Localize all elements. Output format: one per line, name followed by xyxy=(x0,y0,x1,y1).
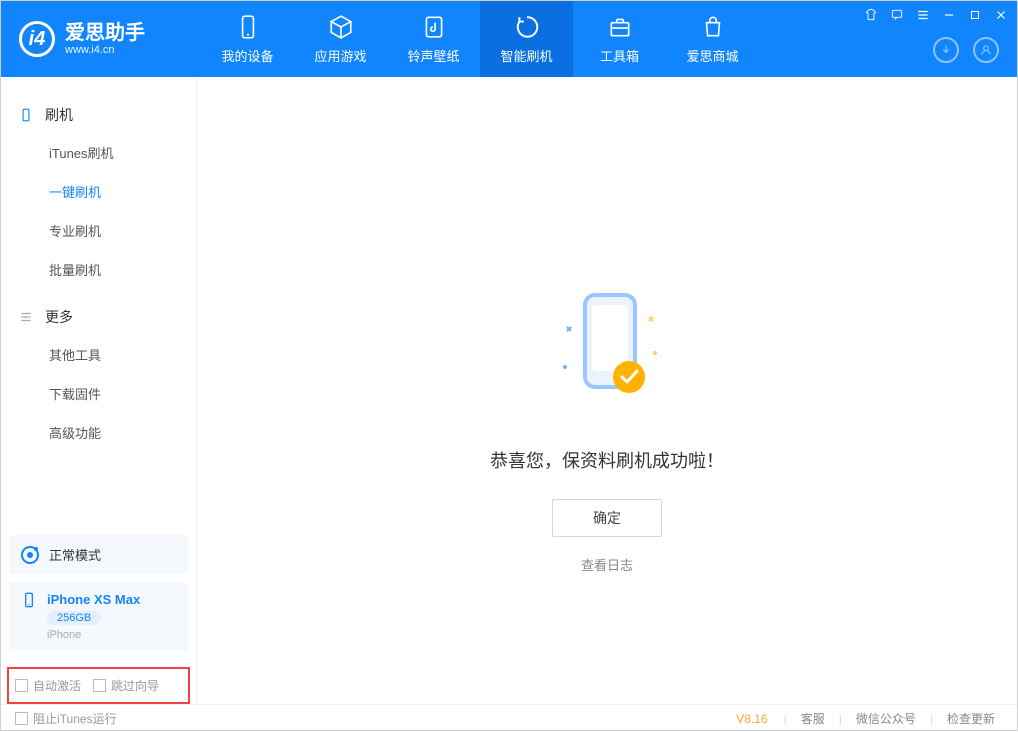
sidebar-item-advanced[interactable]: 高级功能 xyxy=(1,413,196,452)
checkbox-label: 阻止iTunes运行 xyxy=(33,710,117,727)
checkbox-skip-guide[interactable]: 跳过向导 xyxy=(93,677,159,694)
toolbox-icon xyxy=(607,14,633,40)
mode-label: 正常模式 xyxy=(49,545,101,564)
header-actions xyxy=(933,37,999,63)
sidebar-item-batch-flash[interactable]: 批量刷机 xyxy=(1,250,196,289)
group-label: 更多 xyxy=(45,307,73,327)
checkbox-icon xyxy=(15,712,28,725)
tab-label: 智能刷机 xyxy=(500,46,552,65)
checkbox-icon xyxy=(93,679,106,692)
group-label: 刷机 xyxy=(45,105,73,125)
success-message: 恭喜您，保资料刷机成功啦！ xyxy=(407,447,807,473)
checkbox-block-itunes[interactable]: 阻止iTunes运行 xyxy=(15,710,117,727)
checkbox-icon xyxy=(15,679,28,692)
tab-store[interactable]: 爱思商城 xyxy=(666,1,759,77)
footer-link-update[interactable]: 检查更新 xyxy=(939,710,1003,727)
maximize-button[interactable] xyxy=(967,7,983,23)
device-phone-icon xyxy=(21,592,37,611)
download-button[interactable] xyxy=(933,37,959,63)
checkbox-label: 跳过向导 xyxy=(111,677,159,694)
tab-ringtone-wallpaper[interactable]: 铃声壁纸 xyxy=(387,1,480,77)
logo-text: 爱思助手 www.i4.cn xyxy=(65,22,145,56)
checkbox-auto-activate[interactable]: 自动激活 xyxy=(15,677,81,694)
ok-button[interactable]: 确定 xyxy=(552,499,662,537)
device-icon xyxy=(235,14,261,40)
tab-label: 铃声壁纸 xyxy=(407,46,459,65)
sidebar-item-download-firmware[interactable]: 下载固件 xyxy=(1,374,196,413)
checkbox-label: 自动激活 xyxy=(33,677,81,694)
device-name: iPhone XS Max xyxy=(47,592,140,607)
version-label: V8.16 xyxy=(736,712,767,726)
tab-label: 爱思商城 xyxy=(686,46,738,65)
footer: 阻止iTunes运行 V8.16 | 客服 | 微信公众号 | 检查更新 xyxy=(1,704,1017,732)
app-header: i4 爱思助手 www.i4.cn 我的设备 应用游戏 铃声壁纸 智能刷机 工具… xyxy=(1,1,1017,77)
sidebar-group-flash: 刷机 xyxy=(1,97,196,133)
device-storage: 256GB xyxy=(47,611,101,625)
sidebar-item-oneclick-flash[interactable]: 一键刷机 xyxy=(1,172,196,211)
feedback-icon[interactable] xyxy=(889,7,905,23)
cube-icon xyxy=(328,14,354,40)
tab-smart-flash[interactable]: 智能刷机 xyxy=(480,1,573,77)
sidebar-item-itunes-flash[interactable]: iTunes刷机 xyxy=(1,133,196,172)
sidebar-item-other-tools[interactable]: 其他工具 xyxy=(1,335,196,374)
device-type: iPhone xyxy=(47,629,140,641)
music-file-icon xyxy=(421,14,447,40)
footer-link-wechat[interactable]: 微信公众号 xyxy=(848,710,924,727)
view-log-link[interactable]: 查看日志 xyxy=(581,558,633,573)
tab-my-device[interactable]: 我的设备 xyxy=(201,1,294,77)
mode-card[interactable]: 正常模式 xyxy=(9,535,188,574)
sidebar-item-pro-flash[interactable]: 专业刷机 xyxy=(1,211,196,250)
window-controls xyxy=(863,7,1009,23)
nav-tabs: 我的设备 应用游戏 铃声壁纸 智能刷机 工具箱 爱思商城 xyxy=(201,1,759,77)
main-panel: 恭喜您，保资料刷机成功啦！ 确定 查看日志 xyxy=(197,77,1017,704)
bag-icon xyxy=(700,14,726,40)
tab-label: 我的设备 xyxy=(221,46,273,65)
footer-link-service[interactable]: 客服 xyxy=(793,710,833,727)
sidebar-group-more: 更多 xyxy=(1,299,196,335)
user-button[interactable] xyxy=(973,37,999,63)
skin-icon[interactable] xyxy=(863,7,879,23)
sidebar: 刷机 iTunes刷机 一键刷机 专业刷机 批量刷机 更多 其他工具 下载固件 … xyxy=(1,77,197,704)
list-icon xyxy=(19,310,35,324)
close-button[interactable] xyxy=(993,7,1009,23)
app-title: 爱思助手 xyxy=(65,22,145,44)
success-panel: 恭喜您，保资料刷机成功啦！ 确定 查看日志 xyxy=(407,277,807,575)
tab-label: 工具箱 xyxy=(600,46,639,65)
logo[interactable]: i4 爱思助手 www.i4.cn xyxy=(1,21,201,57)
minimize-button[interactable] xyxy=(941,7,957,23)
phone-icon xyxy=(19,108,35,122)
menu-icon[interactable] xyxy=(915,7,931,23)
highlighted-options: 自动激活 跳过向导 xyxy=(7,667,190,704)
tab-apps-games[interactable]: 应用游戏 xyxy=(294,1,387,77)
logo-icon: i4 xyxy=(19,21,55,57)
device-card[interactable]: iPhone XS Max 256GB iPhone xyxy=(9,582,188,651)
mode-icon xyxy=(21,546,39,564)
refresh-shield-icon xyxy=(514,14,540,40)
success-illustration xyxy=(537,277,677,417)
app-subtitle: www.i4.cn xyxy=(65,44,145,56)
tab-label: 应用游戏 xyxy=(314,46,366,65)
tab-toolbox[interactable]: 工具箱 xyxy=(573,1,666,77)
